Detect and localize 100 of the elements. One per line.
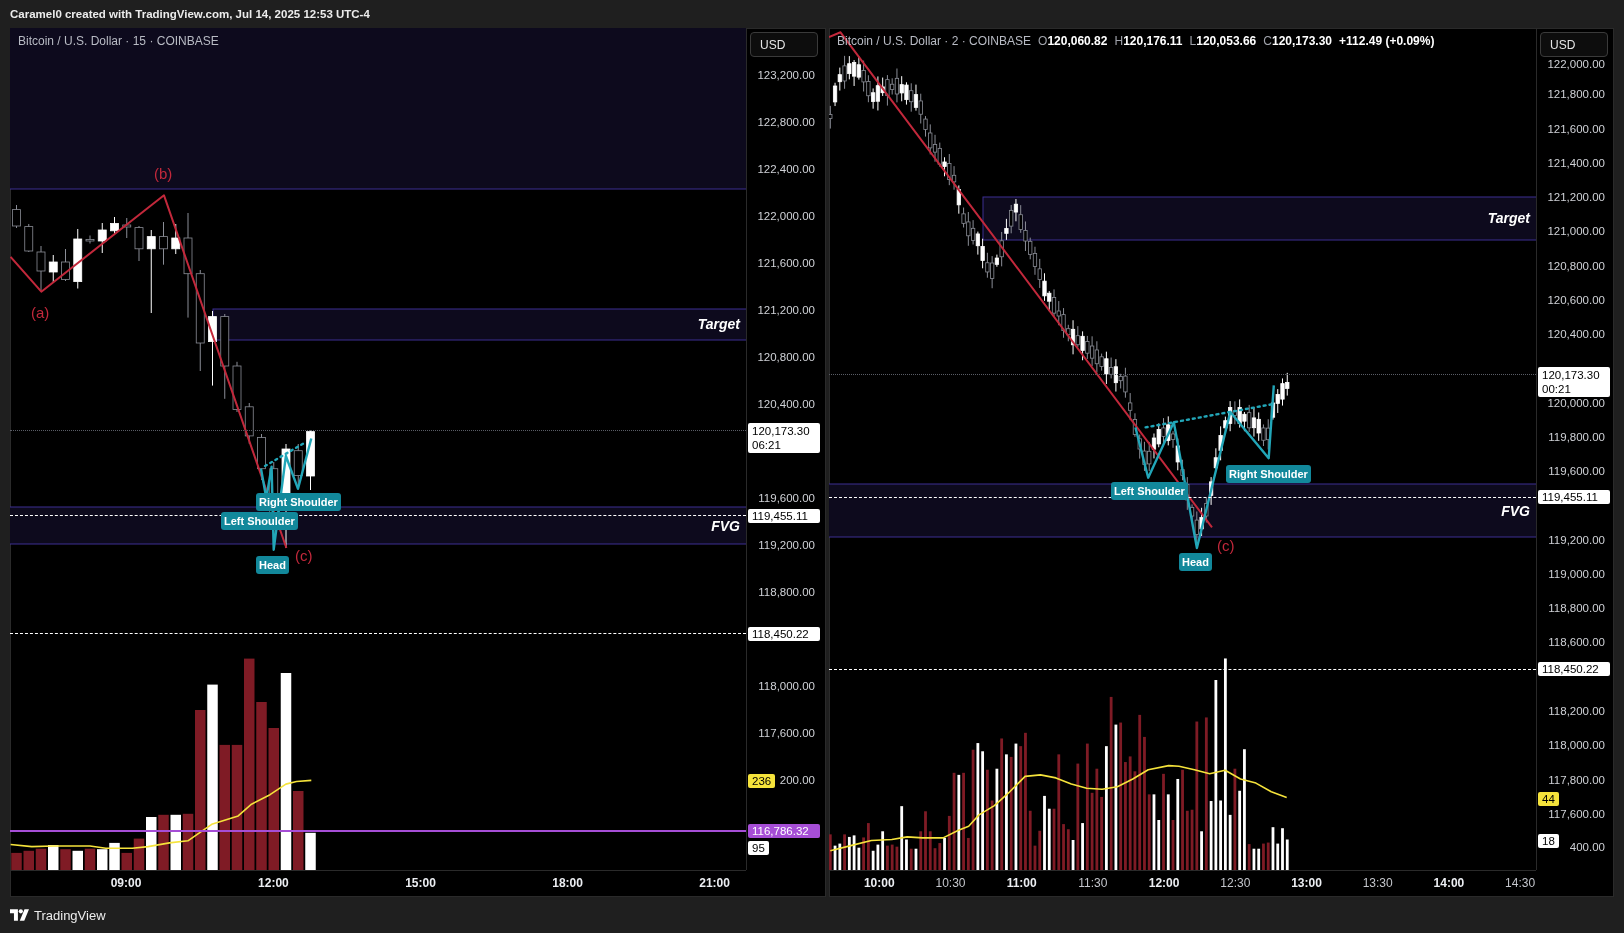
volume-bar: [170, 814, 181, 870]
price-label: 121,200.00: [757, 302, 815, 317]
time-label: 10:00: [863, 876, 895, 890]
price-tag: 118,450.22: [748, 626, 820, 641]
candle: [73, 228, 83, 289]
time-label: 12:00: [1148, 876, 1180, 890]
price-label: 118,200.00: [1548, 704, 1605, 718]
wave-label: (b): [154, 166, 173, 182]
price-label: 118,600.00: [1548, 635, 1605, 650]
price-tag: 18: [1538, 834, 1559, 848]
candle: [134, 225, 144, 262]
currency-button[interactable]: USD: [1540, 32, 1608, 57]
ohlc-reading: L120,053.66: [1189, 34, 1257, 48]
currency-button[interactable]: USD: [750, 32, 818, 57]
time-label: 18:00: [552, 876, 583, 890]
time-label: 21:00: [699, 876, 730, 890]
price-label: 121,800.00: [1547, 87, 1605, 102]
time-label: 11:00: [1006, 876, 1037, 890]
price-label: 117,600.00: [1548, 806, 1605, 821]
ohlc-reading: H120,176.11: [1114, 34, 1183, 48]
price-tag: 116,786.32: [748, 823, 820, 838]
price-label: 120,800.00: [757, 349, 815, 364]
price-tag: 119,455.11: [1538, 490, 1610, 504]
wave-label: (a): [31, 305, 50, 321]
pattern-callout: Left Shoulder: [1111, 482, 1188, 500]
brand-logo-icon: [10, 909, 29, 921]
price-label: 122,400.00: [757, 161, 815, 176]
volume-bar: [23, 850, 34, 870]
ohlc-reading: C120,173.30: [1263, 34, 1333, 48]
time-label: 13:30: [1362, 876, 1393, 890]
candle: [257, 433, 266, 481]
candle: [61, 248, 70, 282]
price-change: +112.49 (+0.09%): [1339, 34, 1435, 48]
time-label: 12:30: [1220, 876, 1251, 890]
pattern-callout: Left Shoulder: [221, 512, 298, 530]
zone-label: FVG: [1501, 502, 1530, 519]
price-label: 119,000.00: [1548, 566, 1605, 581]
price-label: 122,000.00: [757, 208, 815, 223]
wave-label: (c): [1217, 538, 1235, 554]
candle: [110, 216, 119, 235]
price-text: 120,173.30: [752, 424, 811, 438]
price-label: 121,600.00: [757, 255, 815, 270]
time-label: 12:00: [258, 876, 289, 890]
countdown-text: 00:21: [1542, 381, 1572, 396]
price-label: 122,800.00: [757, 114, 815, 129]
price-label: 123,200.00: [757, 67, 815, 82]
price-label: 119,200.00: [1548, 532, 1605, 547]
price-label: 120,000.00: [1547, 395, 1605, 410]
price-label: 120,400.00: [757, 396, 815, 411]
price-label: 120,600.00: [1547, 292, 1605, 307]
price-label: 118,000.00: [1548, 738, 1605, 753]
candle: [122, 217, 132, 239]
time-label: 09:00: [110, 876, 142, 890]
price-label: 400.00: [1569, 840, 1605, 854]
volume-bar: [158, 814, 169, 870]
volume-bar: [72, 850, 83, 870]
price-label: 119,200.00: [758, 537, 815, 552]
volume-bar: [11, 852, 22, 870]
header-text: Caramel0 created with TradingView.com, Jul 14, 2025 12:53 UTC-4: [10, 8, 370, 20]
price-label: 119,600.00: [1548, 464, 1605, 478]
price-label: 118,800.00: [758, 584, 815, 599]
brand-name: TradingView: [34, 907, 106, 923]
zone-label: FVG: [711, 517, 740, 534]
pattern-callout: Right Shoulder: [1226, 465, 1311, 483]
pattern-callout: Head: [256, 556, 289, 574]
ohlc-reading: O120,060.82: [1038, 34, 1108, 48]
volume-bar: [97, 849, 108, 870]
countdown-text: 06:21: [752, 438, 782, 452]
volume-bar: [48, 845, 59, 870]
zone-label: Target: [1487, 210, 1530, 226]
price-tag: 95: [748, 841, 769, 856]
price-label: 200.00: [779, 772, 815, 787]
price-tag: 236: [748, 773, 776, 788]
candle: [97, 222, 107, 254]
candle: [24, 223, 34, 253]
price-label: 121,200.00: [1547, 190, 1605, 204]
volume-bar: [60, 849, 71, 870]
zone-label: Target: [697, 316, 740, 332]
price-tag: 44: [1538, 792, 1559, 806]
price-tag: 118,450.22: [1538, 662, 1610, 676]
time-label: 15:00: [405, 876, 436, 890]
price-label: 121,400.00: [1547, 155, 1605, 170]
candle: [171, 223, 181, 255]
price-label: 118,000.00: [758, 678, 815, 693]
price-label: 117,800.00: [1548, 772, 1605, 787]
pattern-callout: Right Shoulder: [256, 493, 341, 511]
time-label: 11:30: [1078, 876, 1108, 890]
price-label: 120,800.00: [1547, 258, 1605, 273]
price-label: 117,600.00: [758, 725, 815, 740]
price-label: 122,000.00: [1547, 57, 1605, 71]
price-tag: 119,455.11: [748, 508, 820, 523]
time-label: 14:30: [1505, 876, 1536, 890]
volume-bar: [84, 848, 96, 870]
wave-label: (c): [295, 548, 313, 564]
price-text: 120,173.30: [1542, 367, 1601, 382]
candle: [159, 221, 168, 266]
price-label: 121,600.00: [1547, 121, 1605, 136]
candle: [36, 245, 46, 292]
volume-bar: [35, 848, 47, 870]
price-label: 119,800.00: [1548, 429, 1605, 444]
